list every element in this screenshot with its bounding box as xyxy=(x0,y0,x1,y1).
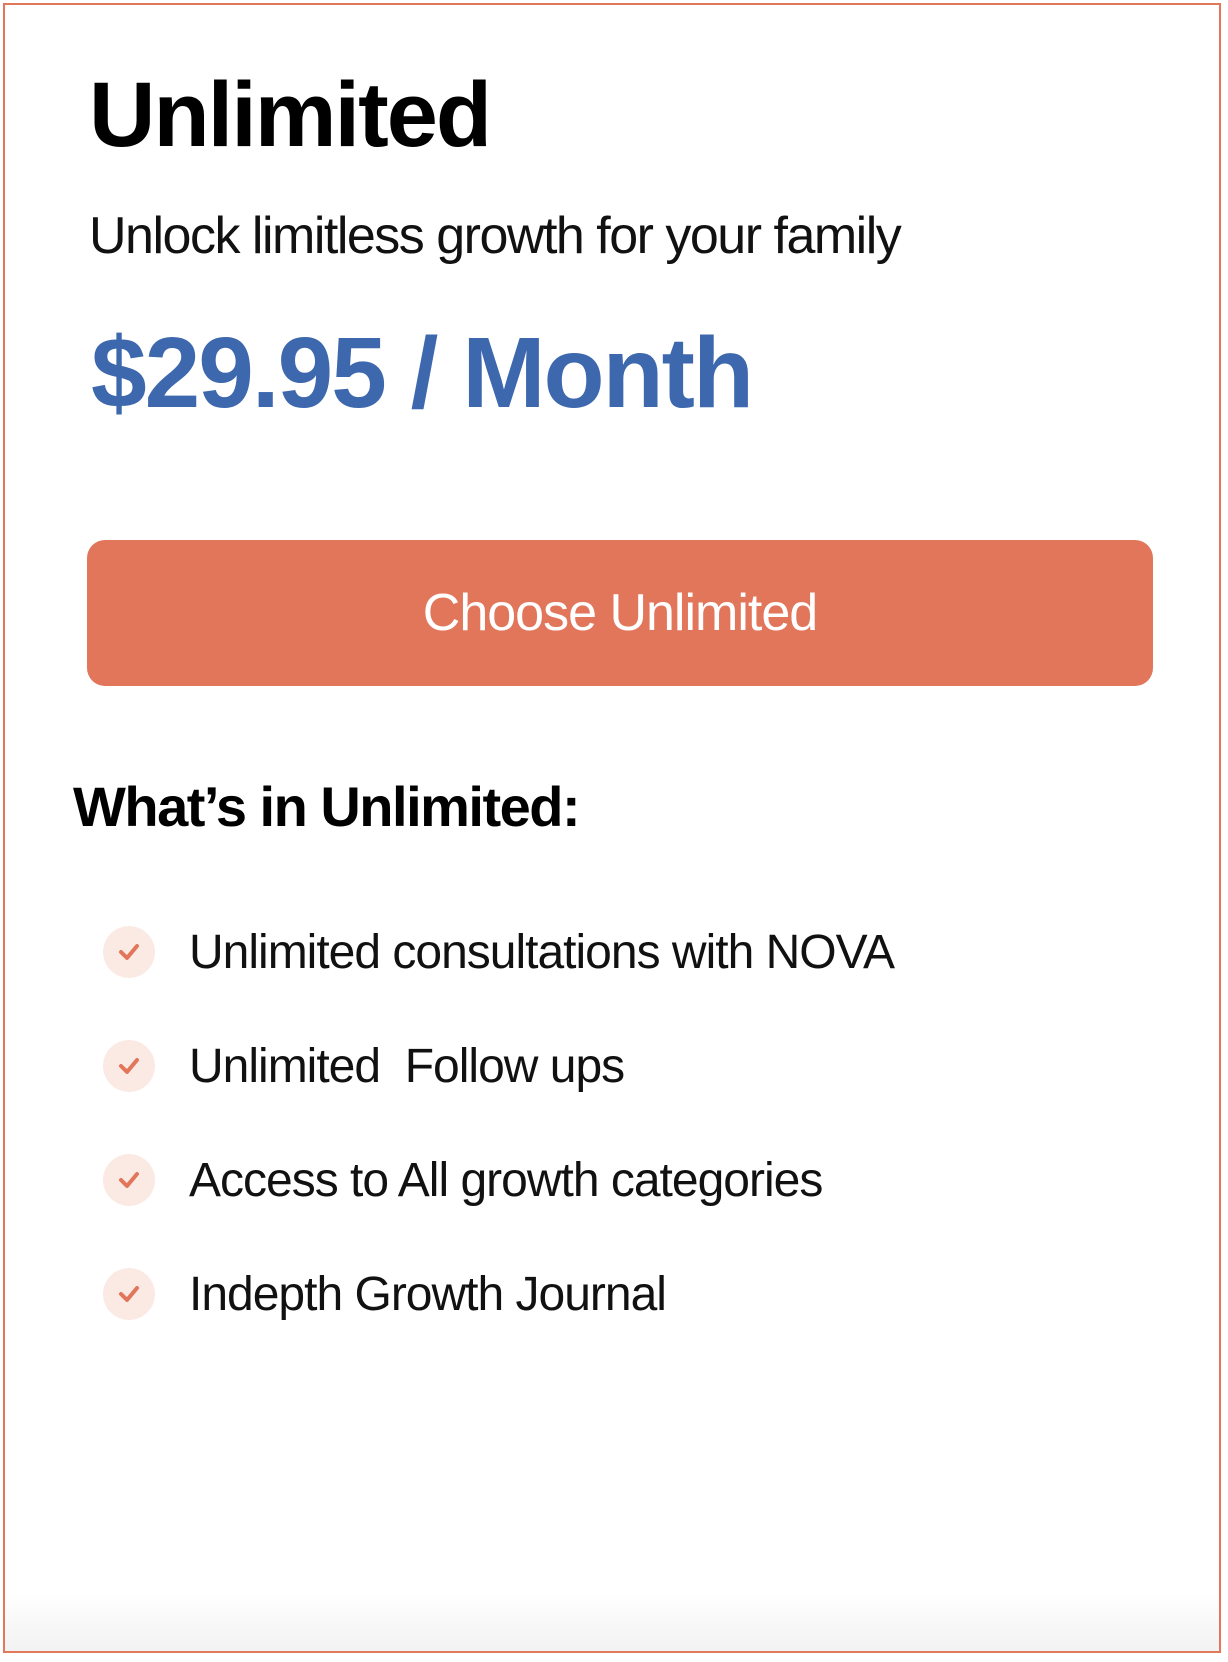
feature-label: Access to All growth categories xyxy=(189,1153,823,1207)
feature-item: Unlimited Follow ups xyxy=(103,1009,894,1123)
check-icon xyxy=(103,926,155,978)
plan-title: Unlimited xyxy=(89,64,492,166)
feature-item: Indepth Growth Journal xyxy=(103,1237,894,1351)
feature-label: Unlimited consultations with NOVA xyxy=(189,925,895,979)
feature-label: Unlimited Follow ups xyxy=(189,1039,625,1093)
feature-list: Unlimited consultations with NOVA Unlimi… xyxy=(103,895,895,1351)
pricing-card: Unlimited Unlock limitless growth for yo… xyxy=(3,3,1221,1653)
feature-label: Indepth Growth Journal xyxy=(189,1267,667,1321)
check-icon xyxy=(103,1040,155,1092)
plan-subtitle: Unlock limitless growth for your family xyxy=(89,207,902,265)
plan-price: $29.95 / Month xyxy=(91,317,754,429)
feature-item: Access to All growth categories xyxy=(103,1123,894,1237)
choose-unlimited-button[interactable]: Choose Unlimited xyxy=(87,540,1153,686)
check-icon xyxy=(103,1154,155,1206)
feature-item: Unlimited consultations with NOVA xyxy=(103,895,895,1009)
check-icon xyxy=(103,1268,155,1320)
features-heading: What’s in Unlimited: xyxy=(73,775,581,838)
